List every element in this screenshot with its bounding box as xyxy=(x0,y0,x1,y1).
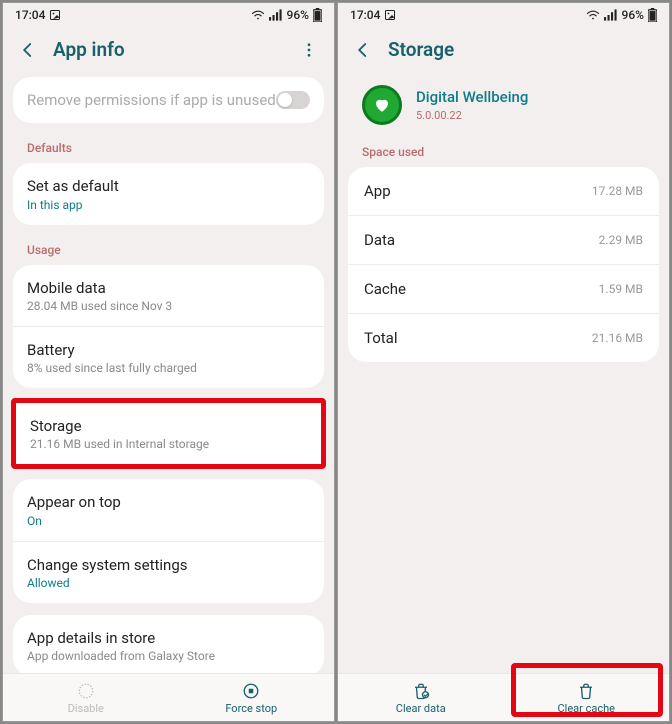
content-scroll[interactable]: Remove permissions if app is unused Defa… xyxy=(3,77,334,673)
clear-cache-button[interactable]: Clear cache xyxy=(504,674,670,721)
back-icon[interactable] xyxy=(19,41,37,59)
remove-permissions-row[interactable]: Remove permissions if app is unused xyxy=(13,77,324,123)
battery-percent: 96% xyxy=(622,8,644,22)
bottom-bar: Disable Force stop xyxy=(3,673,334,721)
back-icon[interactable] xyxy=(354,41,372,59)
space-total-row: Total 21.16 MB xyxy=(348,314,659,362)
change-system-settings-row[interactable]: Change system settings Allowed xyxy=(13,542,324,603)
status-bar: 17:04 96% xyxy=(3,3,334,24)
trash-icon xyxy=(412,682,430,700)
page-title: Storage xyxy=(388,38,653,61)
image-icon xyxy=(49,9,61,21)
remove-permissions-label: Remove permissions if app is unused xyxy=(27,90,310,110)
wifi-icon xyxy=(586,9,600,21)
phone-right-storage: 17:04 96% Storage Digital Wellbeing 5.0.… xyxy=(337,2,670,722)
phone-left-app-info: 17:04 96% App info Remove permissions if… xyxy=(2,2,335,722)
app-details-store-row[interactable]: App details in store App downloaded from… xyxy=(13,615,324,673)
storage-row[interactable]: Storage 21.16 MB used in Internal storag… xyxy=(16,403,321,464)
clear-data-button[interactable]: Clear data xyxy=(338,674,504,721)
app-icon xyxy=(362,85,402,125)
space-cache-row: Cache 1.59 MB xyxy=(348,265,659,314)
disable-icon xyxy=(77,682,95,700)
app-name: Digital Wellbeing xyxy=(416,88,528,106)
battery-icon xyxy=(648,8,657,22)
signal-icon xyxy=(269,9,283,21)
section-space-used: Space used xyxy=(348,139,659,167)
storage-highlight: Storage 21.16 MB used in Internal storag… xyxy=(11,398,326,469)
status-time: 17:04 xyxy=(350,8,380,22)
header: App info xyxy=(3,24,334,77)
signal-icon xyxy=(604,9,618,21)
battery-icon xyxy=(313,8,322,22)
section-usage: Usage xyxy=(13,237,324,265)
appear-on-top-row[interactable]: Appear on top On xyxy=(13,479,324,541)
app-header: Digital Wellbeing 5.0.00.22 xyxy=(348,77,659,139)
more-icon[interactable] xyxy=(300,41,318,59)
force-stop-button[interactable]: Force stop xyxy=(169,674,335,721)
status-time: 17:04 xyxy=(15,8,45,22)
app-version: 5.0.00.22 xyxy=(416,109,528,122)
header: Storage xyxy=(338,24,669,77)
space-data-row: Data 2.29 MB xyxy=(348,216,659,265)
broom-icon xyxy=(577,682,595,700)
mobile-data-row[interactable]: Mobile data 28.04 MB used since Nov 3 xyxy=(13,265,324,327)
page-title: App info xyxy=(53,38,284,61)
bottom-bar: Clear data Clear cache xyxy=(338,673,669,721)
remove-permissions-toggle[interactable] xyxy=(276,91,310,109)
heart-icon xyxy=(373,96,391,114)
force-stop-icon xyxy=(242,682,260,700)
space-app-row: App 17.28 MB xyxy=(348,167,659,216)
disable-button: Disable xyxy=(3,674,169,721)
wifi-icon xyxy=(251,9,265,21)
set-as-default-row[interactable]: Set as default In this app xyxy=(13,163,324,224)
battery-row[interactable]: Battery 8% used since last fully charged xyxy=(13,327,324,388)
content-scroll[interactable]: Digital Wellbeing 5.0.00.22 Space used A… xyxy=(338,77,669,673)
image-icon xyxy=(384,9,396,21)
battery-percent: 96% xyxy=(287,8,309,22)
section-defaults: Defaults xyxy=(13,135,324,163)
status-bar: 17:04 96% xyxy=(338,3,669,24)
